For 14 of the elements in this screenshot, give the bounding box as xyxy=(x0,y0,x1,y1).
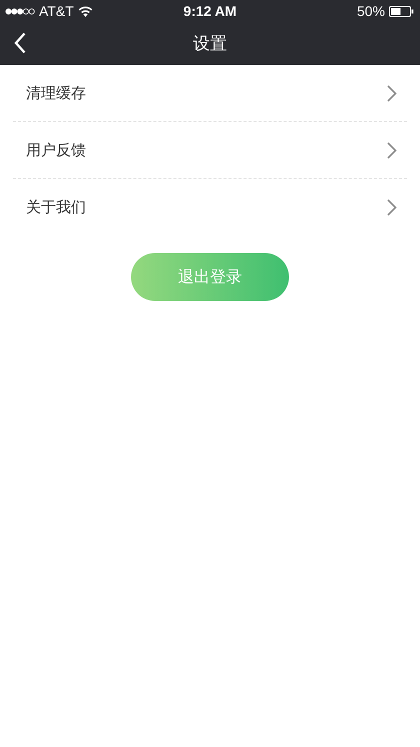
battery-percent: 50% xyxy=(356,3,385,19)
status-time: 9:12 AM xyxy=(183,3,237,19)
page-title: 设置 xyxy=(193,33,227,55)
settings-item[interactable]: 清理缓存 xyxy=(13,65,407,121)
chevron-right-icon xyxy=(387,84,397,102)
settings-item[interactable]: 关于我们 xyxy=(13,179,407,235)
chevron-right-icon xyxy=(387,198,397,216)
battery-icon xyxy=(389,6,414,16)
carrier-name: AT&T xyxy=(39,3,74,19)
chevron-left-icon xyxy=(14,32,26,54)
signal-icon xyxy=(5,8,35,14)
wifi-icon xyxy=(78,6,93,16)
chevron-right-icon xyxy=(387,142,397,158)
settings-item[interactable]: 用户反馈 xyxy=(13,122,407,178)
